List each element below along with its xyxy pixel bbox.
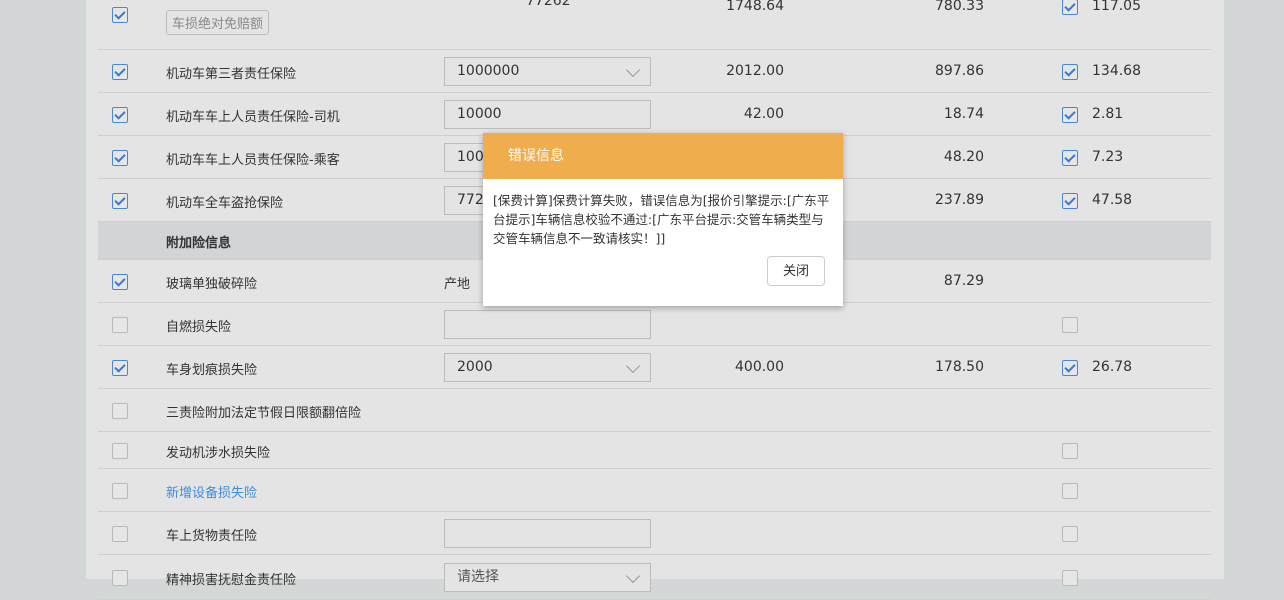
coverage-checkbox[interactable] bbox=[112, 149, 128, 166]
insured-amount: 77262 bbox=[526, 0, 571, 9]
standard-premium: 2012.00 bbox=[726, 62, 784, 79]
no-deductible-checkbox[interactable] bbox=[1062, 569, 1078, 586]
amount-select[interactable]: 1000000 bbox=[444, 56, 651, 86]
origin-text: 产地 bbox=[444, 276, 471, 292]
coverage-name: 机动车车上人员责任保险-司机 bbox=[166, 109, 340, 125]
table-row: 机动车损失保险车损绝对免赔额 77262 1748.64 780.33 117.05 bbox=[98, 0, 1211, 50]
deductible-tag[interactable]: 车损绝对免赔额 bbox=[166, 10, 270, 35]
close-button[interactable]: 关闭 bbox=[767, 256, 825, 286]
no-deductible-premium: 134.68 bbox=[1092, 62, 1141, 79]
amount-input[interactable] bbox=[444, 309, 651, 339]
coverage-name: 发动机涉水损失险 bbox=[166, 445, 271, 461]
coverage-name: 机动车损失保险 bbox=[166, 0, 257, 2]
coverage-checkbox[interactable] bbox=[112, 442, 128, 459]
discounted-premium: 178.50 bbox=[935, 358, 984, 375]
coverage-name: 车身划痕损失险 bbox=[166, 362, 258, 378]
amount-select[interactable]: 请选择 bbox=[444, 562, 651, 592]
coverage-checkbox[interactable] bbox=[112, 273, 128, 290]
amount-value: 请选择 bbox=[457, 568, 499, 585]
table-row: 三责险附加法定节假日限额翻倍险 bbox=[98, 389, 1211, 432]
discounted-premium: 237.89 bbox=[935, 191, 984, 208]
chevron-down-icon bbox=[625, 358, 641, 373]
no-deductible-checkbox[interactable] bbox=[1062, 192, 1078, 209]
coverage-checkbox[interactable] bbox=[112, 359, 128, 376]
coverage-checkbox[interactable] bbox=[112, 482, 128, 499]
table-row: 自燃损失险 bbox=[98, 303, 1211, 346]
coverage-name: 玻璃单独破碎险 bbox=[166, 276, 258, 292]
no-deductible-checkbox[interactable] bbox=[1062, 0, 1078, 15]
table-row: 新增设备损失险 bbox=[98, 469, 1211, 512]
coverage-name: 精神损害抚慰金责任险 bbox=[166, 572, 297, 588]
discounted-premium: 780.33 bbox=[935, 0, 984, 14]
table-row: 机动车车上人员责任保险-司机 10000 42.00 18.74 2.81 bbox=[98, 93, 1211, 136]
no-deductible-checkbox[interactable] bbox=[1062, 106, 1078, 123]
no-deductible-checkbox[interactable] bbox=[1062, 149, 1078, 166]
chevron-down-icon bbox=[625, 62, 641, 77]
no-deductible-checkbox[interactable] bbox=[1062, 525, 1078, 542]
amount-input[interactable] bbox=[444, 518, 651, 548]
discounted-premium: 87.29 bbox=[943, 272, 984, 289]
coverage-name: 机动车全车盗抢保险 bbox=[166, 195, 284, 211]
coverage-name: 三责险附加法定节假日限额翻倍险 bbox=[166, 405, 362, 421]
amount-value: 2000 bbox=[457, 358, 493, 375]
table-row: 机动车第三者责任保险 1000000 2012.00 897.86 134.68 bbox=[98, 50, 1211, 93]
error-dialog-title: 错误信息 bbox=[483, 133, 843, 179]
amount-input[interactable]: 10000 bbox=[444, 99, 651, 129]
table-row: 发动机涉水损失险 bbox=[98, 432, 1211, 469]
table-row: 车身划痕损失险 2000 400.00 178.50 26.78 bbox=[98, 346, 1211, 389]
coverage-checkbox[interactable] bbox=[112, 63, 128, 80]
coverage-name: 自燃损失险 bbox=[166, 319, 232, 335]
coverage-checkbox[interactable] bbox=[112, 402, 128, 419]
table-row: 精神损害抚慰金责任险 请选择 bbox=[98, 555, 1211, 600]
coverage-checkbox[interactable] bbox=[112, 106, 128, 123]
error-dialog-message: [保费计算]保费计算失败，错误信息为[报价引擎提示:[广东平台提示]车辆信息校验… bbox=[493, 193, 830, 246]
coverage-name: 车上货物责任险 bbox=[166, 528, 258, 544]
standard-premium: 400.00 bbox=[735, 358, 784, 375]
no-deductible-checkbox[interactable] bbox=[1062, 316, 1078, 333]
no-deductible-checkbox[interactable] bbox=[1062, 442, 1078, 459]
coverage-checkbox[interactable] bbox=[112, 525, 128, 542]
standard-premium: 1748.64 bbox=[726, 0, 784, 14]
chevron-down-icon bbox=[625, 568, 641, 583]
no-deductible-premium: 117.05 bbox=[1092, 0, 1141, 14]
section-title: 附加险信息 bbox=[166, 236, 232, 251]
discounted-premium: 897.86 bbox=[935, 62, 984, 79]
error-dialog: 错误信息 [保费计算]保费计算失败，错误信息为[报价引擎提示:[广东平台提示]车… bbox=[483, 133, 843, 306]
amount-value: 10000 bbox=[457, 105, 502, 122]
coverage-checkbox[interactable] bbox=[112, 192, 128, 209]
no-deductible-premium: 2.81 bbox=[1092, 105, 1124, 122]
discounted-premium: 18.74 bbox=[943, 105, 984, 122]
no-deductible-premium: 7.23 bbox=[1092, 148, 1124, 165]
no-deductible-checkbox[interactable] bbox=[1062, 359, 1078, 376]
coverage-checkbox[interactable] bbox=[112, 316, 128, 333]
standard-premium: 42.00 bbox=[743, 105, 784, 122]
coverage-name: 机动车第三者责任保险 bbox=[166, 66, 297, 82]
table-row: 车上货物责任险 bbox=[98, 512, 1211, 555]
coverage-name[interactable]: 新增设备损失险 bbox=[166, 482, 257, 501]
coverage-checkbox[interactable] bbox=[112, 569, 128, 586]
discounted-premium: 48.20 bbox=[943, 148, 984, 165]
coverage-name: 机动车车上人员责任保险-乘客 bbox=[166, 152, 340, 168]
coverage-checkbox[interactable] bbox=[112, 7, 128, 23]
amount-select[interactable]: 2000 bbox=[444, 352, 651, 382]
no-deductible-premium: 26.78 bbox=[1092, 358, 1133, 375]
no-deductible-premium: 47.58 bbox=[1092, 191, 1133, 208]
amount-value: 1000000 bbox=[457, 62, 520, 79]
no-deductible-checkbox[interactable] bbox=[1062, 482, 1078, 499]
no-deductible-checkbox[interactable] bbox=[1062, 63, 1078, 80]
